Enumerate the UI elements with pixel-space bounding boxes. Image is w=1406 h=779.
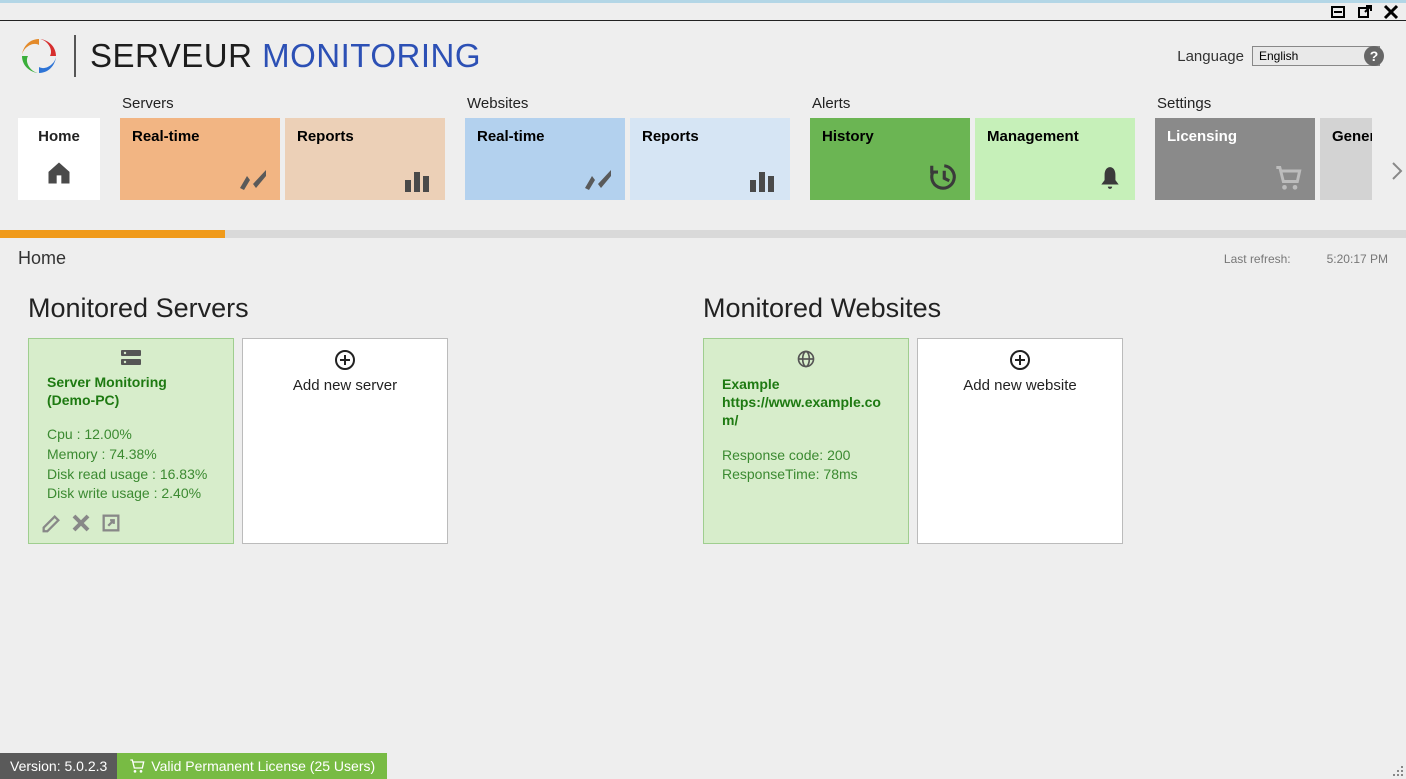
logo-text: SERVEUR MONITORING bbox=[90, 37, 481, 75]
status-bar: Version: 5.0.2.3 Valid Permanent License… bbox=[0, 753, 1406, 779]
nav-home-label: Home bbox=[38, 128, 80, 145]
bell-icon bbox=[1097, 164, 1123, 192]
add-server-label: Add new server bbox=[293, 377, 397, 394]
tab-home[interactable]: Home bbox=[18, 118, 100, 200]
edit-icon[interactable] bbox=[39, 511, 63, 535]
window-titlebar bbox=[0, 0, 1406, 21]
add-website-card[interactable]: Add new website bbox=[917, 338, 1123, 544]
add-server-card[interactable]: Add new server bbox=[242, 338, 448, 544]
monitored-servers-column: Monitored Servers Server Monitoring (Dem… bbox=[28, 293, 703, 544]
last-refresh: Last refresh: 5:20:17 PM bbox=[1224, 252, 1388, 266]
status-spacer bbox=[387, 753, 1406, 779]
progress-bar bbox=[0, 230, 1406, 238]
tab-servers-reports[interactable]: Reports bbox=[285, 118, 445, 200]
home-icon bbox=[45, 159, 73, 187]
bars-icon bbox=[403, 168, 433, 192]
tab-servers-realtime[interactable]: Real-time bbox=[120, 118, 280, 200]
main: Monitored Servers Server Monitoring (Dem… bbox=[0, 269, 1406, 568]
status-license[interactable]: Valid Permanent License (25 Users) bbox=[117, 753, 387, 779]
bars-icon bbox=[748, 168, 778, 192]
globe-icon bbox=[722, 349, 890, 369]
logo-text-a: SERVEUR bbox=[90, 37, 262, 74]
breadcrumb-row: Home Last refresh: 5:20:17 PM bbox=[0, 238, 1406, 269]
language-select[interactable]: English bbox=[1252, 46, 1380, 66]
help-icon[interactable]: ? bbox=[1364, 46, 1384, 66]
cart-icon bbox=[1273, 164, 1303, 192]
logo: SERVEUR MONITORING bbox=[18, 35, 481, 77]
website-card[interactable]: Example https://www.example.com/ Respons… bbox=[703, 338, 909, 544]
breadcrumb: Home bbox=[18, 248, 66, 269]
nav-group-servers: Servers Real-time Reports bbox=[120, 91, 445, 200]
nav-area: Home Servers Real-time Reports bbox=[0, 91, 1406, 200]
website-card-title: Example https://www.example.com/ bbox=[722, 375, 890, 430]
trend-icon bbox=[583, 168, 613, 192]
monitored-websites-header: Monitored Websites bbox=[703, 293, 1378, 324]
nav-group-settings: Settings Licensing General bbox=[1155, 91, 1372, 200]
header: SERVEUR MONITORING Language English bbox=[0, 21, 1406, 87]
status-version: Version: 5.0.2.3 bbox=[0, 753, 117, 779]
server-card-stats: Cpu : 12.00% Memory : 74.38% Disk read u… bbox=[47, 425, 215, 503]
nav-group-home: Home bbox=[18, 91, 100, 200]
plus-icon bbox=[1009, 349, 1031, 371]
nav-group-alerts: Alerts History Management bbox=[810, 91, 1135, 200]
nav-group-servers-header: Servers bbox=[120, 91, 445, 118]
cart-icon bbox=[129, 758, 145, 774]
nav-group-alerts-header: Alerts bbox=[810, 91, 1135, 118]
last-refresh-label: Last refresh: bbox=[1224, 252, 1291, 266]
language-label: Language bbox=[1177, 48, 1244, 65]
tab-alerts-management[interactable]: Management bbox=[975, 118, 1135, 200]
language-selector: Language English bbox=[1177, 46, 1380, 66]
minimize-icon[interactable] bbox=[1330, 3, 1348, 21]
logo-icon bbox=[18, 35, 60, 77]
monitored-servers-header: Monitored Servers bbox=[28, 293, 703, 324]
tab-settings-general[interactable]: General bbox=[1320, 118, 1372, 200]
popout-icon[interactable] bbox=[1356, 3, 1374, 21]
open-external-icon[interactable] bbox=[99, 511, 123, 535]
last-refresh-time: 5:20:17 PM bbox=[1327, 252, 1388, 266]
status-license-text: Valid Permanent License (25 Users) bbox=[151, 758, 375, 774]
resize-grip-icon[interactable] bbox=[1392, 765, 1404, 777]
tab-alerts-history[interactable]: History bbox=[810, 118, 970, 200]
server-card[interactable]: Server Monitoring (Demo-PC) Cpu : 12.00%… bbox=[28, 338, 234, 544]
server-icon bbox=[47, 349, 215, 367]
tab-settings-licensing[interactable]: Licensing bbox=[1155, 118, 1315, 200]
nav-group-settings-header: Settings bbox=[1155, 91, 1372, 118]
trend-icon bbox=[238, 168, 268, 192]
close-icon[interactable] bbox=[1382, 3, 1400, 21]
monitored-websites-column: Monitored Websites Example https://www.e… bbox=[703, 293, 1378, 544]
delete-icon[interactable] bbox=[69, 511, 93, 535]
website-card-stats: Response code: 200 ResponseTime: 78ms bbox=[722, 446, 890, 485]
logo-separator bbox=[74, 35, 76, 77]
nav-group-websites-header: Websites bbox=[465, 91, 790, 118]
nav-scroll-right[interactable] bbox=[1388, 151, 1406, 191]
add-website-label: Add new website bbox=[963, 377, 1076, 394]
nav-group-websites: Websites Real-time Reports bbox=[465, 91, 790, 200]
server-card-actions bbox=[39, 511, 123, 535]
logo-text-b: MONITORING bbox=[262, 37, 481, 74]
tab-websites-realtime[interactable]: Real-time bbox=[465, 118, 625, 200]
history-icon bbox=[928, 162, 958, 192]
server-card-title: Server Monitoring (Demo-PC) bbox=[47, 373, 215, 409]
tab-websites-reports[interactable]: Reports bbox=[630, 118, 790, 200]
plus-icon bbox=[334, 349, 356, 371]
progress-fill bbox=[0, 230, 225, 238]
